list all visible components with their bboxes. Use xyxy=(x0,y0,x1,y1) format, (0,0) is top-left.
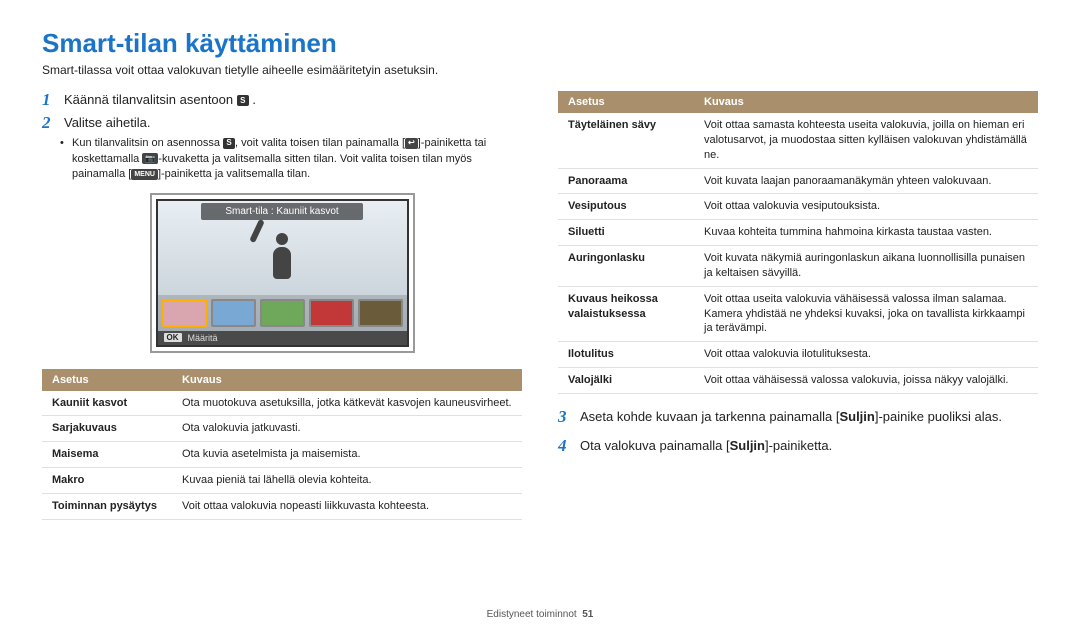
settings-table-left: Asetus Kuvaus Kauniit kasvotOta muotokuv… xyxy=(42,369,522,520)
table-row: Toiminnan pysäytysVoit ottaa valokuvia n… xyxy=(42,493,522,519)
settings-table-right: Asetus Kuvaus Täyteläinen sävyVoit ottaa… xyxy=(558,91,1038,394)
step-number-2: 2 xyxy=(42,114,56,133)
mode-thumb xyxy=(211,299,256,327)
table-row: IlotulitusVoit ottaa valokuvia ilotulitu… xyxy=(558,342,1038,368)
step-4-text: Ota valokuva painamalla [Suljin]-painike… xyxy=(580,438,832,453)
table-row: MakroKuvaa pieniä tai lähellä olevia koh… xyxy=(42,468,522,494)
table-row: SiluettiKuvaa kohteita tummina hahmoina … xyxy=(558,220,1038,246)
step-number-1: 1 xyxy=(42,91,56,110)
col-setting: Asetus xyxy=(42,369,172,391)
table-row: Täyteläinen sävyVoit ottaa samasta kohte… xyxy=(558,113,1038,168)
table-row: Kauniit kasvotOta muotokuva asetuksilla,… xyxy=(42,391,522,416)
table-row: PanoraamaVoit kuvata laajan panoraamanäk… xyxy=(558,168,1038,194)
step-number-3: 3 xyxy=(558,408,572,427)
step-number-4: 4 xyxy=(558,437,572,456)
ok-button-icon: OK xyxy=(164,333,182,342)
preview-footer-label: Määritä xyxy=(188,333,218,343)
camera-preview-screenshot: Smart-tila : Kauniit kasvot xyxy=(150,193,415,353)
mode-thumbnail-strip xyxy=(158,295,407,331)
table-row: Kuvaus heikossa valaistuksessaVoit ottaa… xyxy=(558,286,1038,342)
page-title: Smart-tilan käyttäminen xyxy=(42,28,1038,59)
mode-thumb xyxy=(358,299,403,327)
table-row: SarjakuvausOta valokuvia jatkuvasti. xyxy=(42,416,522,442)
col-setting: Asetus xyxy=(558,91,694,113)
menu-icon: MENU xyxy=(131,169,158,180)
table-row: MaisemaOta kuvia asetelmista ja maisemis… xyxy=(42,442,522,468)
page-footer: Edistyneet toiminnot 51 xyxy=(0,609,1080,620)
subject-silhouette xyxy=(262,233,302,295)
mode-s-icon: S xyxy=(237,95,249,106)
table-row: VesiputousVoit ottaa valokuvia vesiputou… xyxy=(558,194,1038,220)
col-description: Kuvaus xyxy=(172,369,522,391)
mode-thumb xyxy=(260,299,305,327)
col-description: Kuvaus xyxy=(694,91,1038,113)
mode-s-icon: S xyxy=(223,138,235,149)
mode-thumb xyxy=(162,299,207,327)
table-row: ValojälkiVoit ottaa vähäisessä valossa v… xyxy=(558,368,1038,394)
table-row: AuringonlaskuVoit kuvata näkymiä auringo… xyxy=(558,246,1038,287)
camera-icon: 📷 xyxy=(142,153,158,164)
step-3-text: Aseta kohde kuvaan ja tarkenna painamall… xyxy=(580,409,1002,424)
return-icon: ↩ xyxy=(405,138,418,149)
step-1-text: Käännä tilanvalitsin asentoon S . xyxy=(64,92,256,107)
mode-thumb xyxy=(309,299,354,327)
subtitle: Smart-tilassa voit ottaa valokuvan tiety… xyxy=(42,63,1038,77)
preview-mode-label: Smart-tila : Kauniit kasvot xyxy=(201,203,363,220)
step-2-bullet: Kun tilanvalitsin on asennossa S, voit v… xyxy=(72,136,522,182)
step-2-text: Valitse aihetila. xyxy=(64,115,150,130)
